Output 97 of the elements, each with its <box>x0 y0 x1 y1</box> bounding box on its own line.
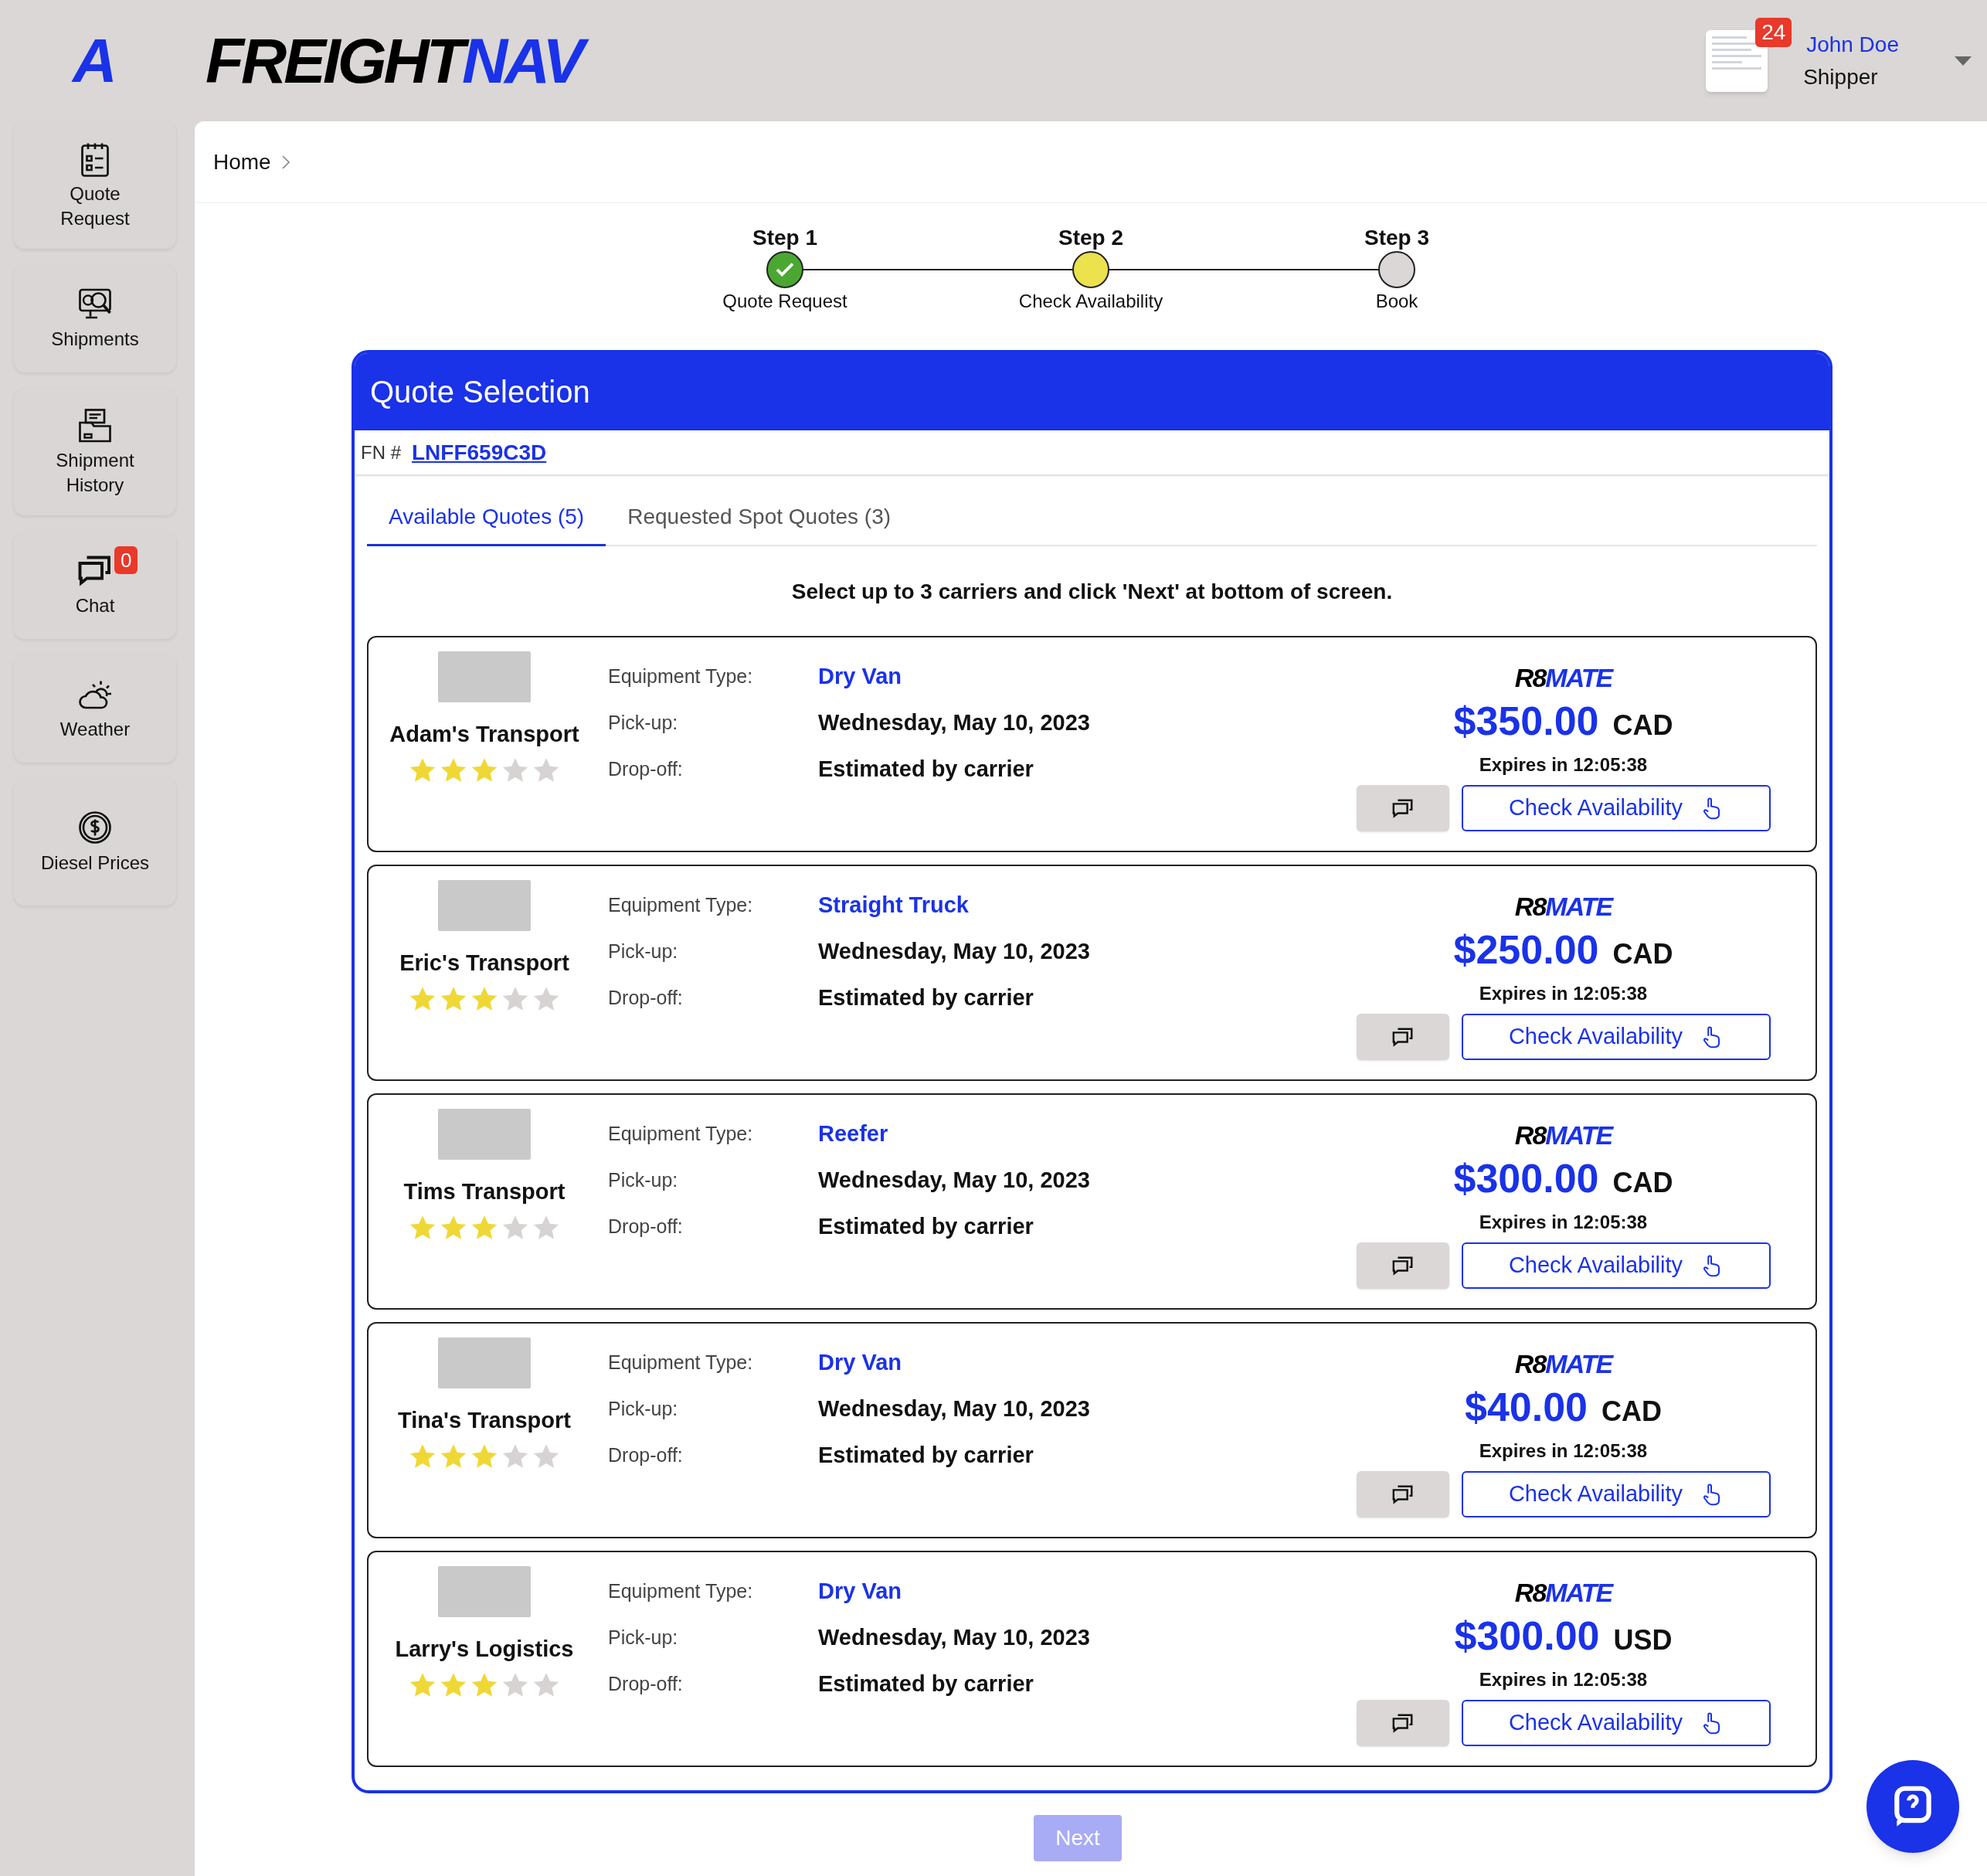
field-label: Pick-up: <box>608 1168 679 1192</box>
field-label: Equipment Type: <box>608 664 754 688</box>
field-value: Estimated by carrier <box>818 984 1034 1011</box>
field-value: Reefer <box>818 1120 889 1147</box>
field-value: Wednesday, May 10, 2023 <box>818 1624 1091 1651</box>
field-value: Dry Van <box>818 1349 902 1376</box>
fn-label: FN # <box>361 440 401 464</box>
check-availability-button[interactable]: Check Availability <box>1461 1471 1771 1517</box>
chat-icon <box>1391 1711 1415 1735</box>
carrier-name: Tina's Transport <box>398 1407 571 1434</box>
step-title: Step 1 <box>752 225 817 251</box>
sidebar-item[interactable]: Shipment History <box>14 388 176 515</box>
field-label: Drop-off: <box>608 1443 684 1467</box>
provider-logo: R8MATE <box>1514 1577 1612 1608</box>
chat-button[interactable] <box>1356 785 1449 831</box>
chat-button[interactable] <box>1356 1014 1449 1060</box>
tab[interactable]: Requested Spot Quotes (3) <box>606 489 913 546</box>
chevron-right-icon <box>281 155 290 169</box>
chat-button[interactable] <box>1356 1242 1449 1289</box>
step-label: Book <box>1375 290 1418 313</box>
instruction-text: Select up to 3 carriers and click 'Next' at bottom of screen. <box>790 579 1394 605</box>
brand-logo: FREIGHTNAV <box>205 22 593 100</box>
price: $40.00 <box>1464 1384 1588 1430</box>
field-value: Estimated by carrier <box>818 756 1034 783</box>
currency: CAD <box>1601 1395 1662 1429</box>
field-value: Wednesday, May 10, 2023 <box>818 709 1091 736</box>
field-value: Estimated by carrier <box>818 1442 1034 1469</box>
carrier-name: Eric's Transport <box>399 950 569 977</box>
chat-icon <box>1391 1025 1415 1048</box>
expiry-text: Expires in 12:05:38 <box>1479 1668 1648 1691</box>
carrier-name: Adam's Transport <box>389 721 579 748</box>
check-availability-button[interactable]: Check Availability <box>1461 1014 1771 1060</box>
sidebar-item[interactable]: Shipments <box>14 264 176 372</box>
field-label: Equipment Type: <box>608 1579 754 1603</box>
expiry-text: Expires in 12:05:38 <box>1479 1211 1648 1234</box>
expiry-text: Expires in 12:05:38 <box>1479 1439 1648 1463</box>
provider-logo: R8MATE <box>1514 662 1612 693</box>
tab[interactable]: Available Quotes (5) <box>367 489 606 546</box>
field-value: Wednesday, May 10, 2023 <box>818 1167 1091 1194</box>
user-role: Shipper <box>1803 63 1879 90</box>
carrier-name: Larry's Logistics <box>395 1636 574 1663</box>
chat-button[interactable] <box>1356 1471 1449 1517</box>
field-value: Wednesday, May 10, 2023 <box>818 1395 1091 1422</box>
currency: CAD <box>1612 937 1673 971</box>
chat-button[interactable] <box>1356 1700 1449 1746</box>
field-label: Pick-up: <box>608 711 679 735</box>
field-value: Wednesday, May 10, 2023 <box>818 938 1091 965</box>
currency: USD <box>1613 1623 1673 1657</box>
notification-badge: 24 <box>1755 17 1792 47</box>
step-title: Step 3 <box>1364 225 1429 251</box>
field-value: Estimated by carrier <box>818 1213 1034 1240</box>
provider-logo: R8MATE <box>1514 1120 1612 1150</box>
sidebar-item[interactable]: Weather <box>14 654 176 763</box>
price: $250.00 <box>1453 926 1599 973</box>
provider-logo: R8MATE <box>1514 1348 1612 1379</box>
currency: CAD <box>1612 1166 1673 1200</box>
carrier-name: Tims Transport <box>403 1178 566 1205</box>
field-label: Pick-up: <box>608 1626 679 1650</box>
price: $300.00 <box>1454 1613 1600 1659</box>
field-value: Dry Van <box>818 1578 902 1605</box>
field-label: Pick-up: <box>608 940 679 963</box>
field-value: Straight Truck <box>818 892 970 919</box>
check-availability-button[interactable]: Check Availability <box>1461 1700 1771 1746</box>
caret-icon[interactable] <box>1955 56 1972 66</box>
breadcrumb-link[interactable]: Home <box>213 145 271 178</box>
user-name[interactable]: John Doe <box>1806 28 1899 61</box>
sidebar-item[interactable]: Diesel Prices <box>14 778 176 906</box>
step-label: Check Availability <box>1018 290 1163 313</box>
field-label: Drop-off: <box>608 986 684 1010</box>
expiry-text: Expires in 12:05:38 <box>1479 982 1648 1005</box>
step-label: Quote Request <box>722 290 847 313</box>
fn-number-link[interactable]: LNFF659C3D <box>412 436 547 469</box>
field-label: Pick-up: <box>608 1397 679 1421</box>
chat-icon <box>1391 1483 1415 1506</box>
field-label: Drop-off: <box>608 1672 684 1696</box>
price: $300.00 <box>1453 1155 1599 1201</box>
check-availability-button[interactable]: Check Availability <box>1461 1242 1771 1289</box>
price: $350.00 <box>1453 698 1599 744</box>
field-value: Dry Van <box>818 663 902 690</box>
field-label: Equipment Type: <box>608 1122 754 1146</box>
logo-mark: A <box>73 25 118 97</box>
expiry-text: Expires in 12:05:38 <box>1479 753 1648 777</box>
sidebar-item[interactable]: Quote Request <box>14 121 176 249</box>
currency: CAD <box>1612 709 1673 743</box>
chat-icon <box>1391 797 1415 820</box>
check-availability-button[interactable]: Check Availability <box>1461 785 1771 831</box>
field-label: Drop-off: <box>608 1215 684 1239</box>
chat-count-badge: 0 <box>114 546 138 574</box>
field-label: Equipment Type: <box>608 1351 754 1375</box>
field-value: Estimated by carrier <box>818 1670 1034 1698</box>
field-label: Equipment Type: <box>608 893 754 917</box>
chat-icon <box>1391 1254 1415 1277</box>
sidebar-item[interactable]: Chat 0 <box>14 531 176 639</box>
step-title: Step 2 <box>1058 225 1123 251</box>
panel-title: Quote Selection <box>355 353 1829 430</box>
field-label: Drop-off: <box>608 757 684 781</box>
provider-logo: R8MATE <box>1514 891 1612 922</box>
